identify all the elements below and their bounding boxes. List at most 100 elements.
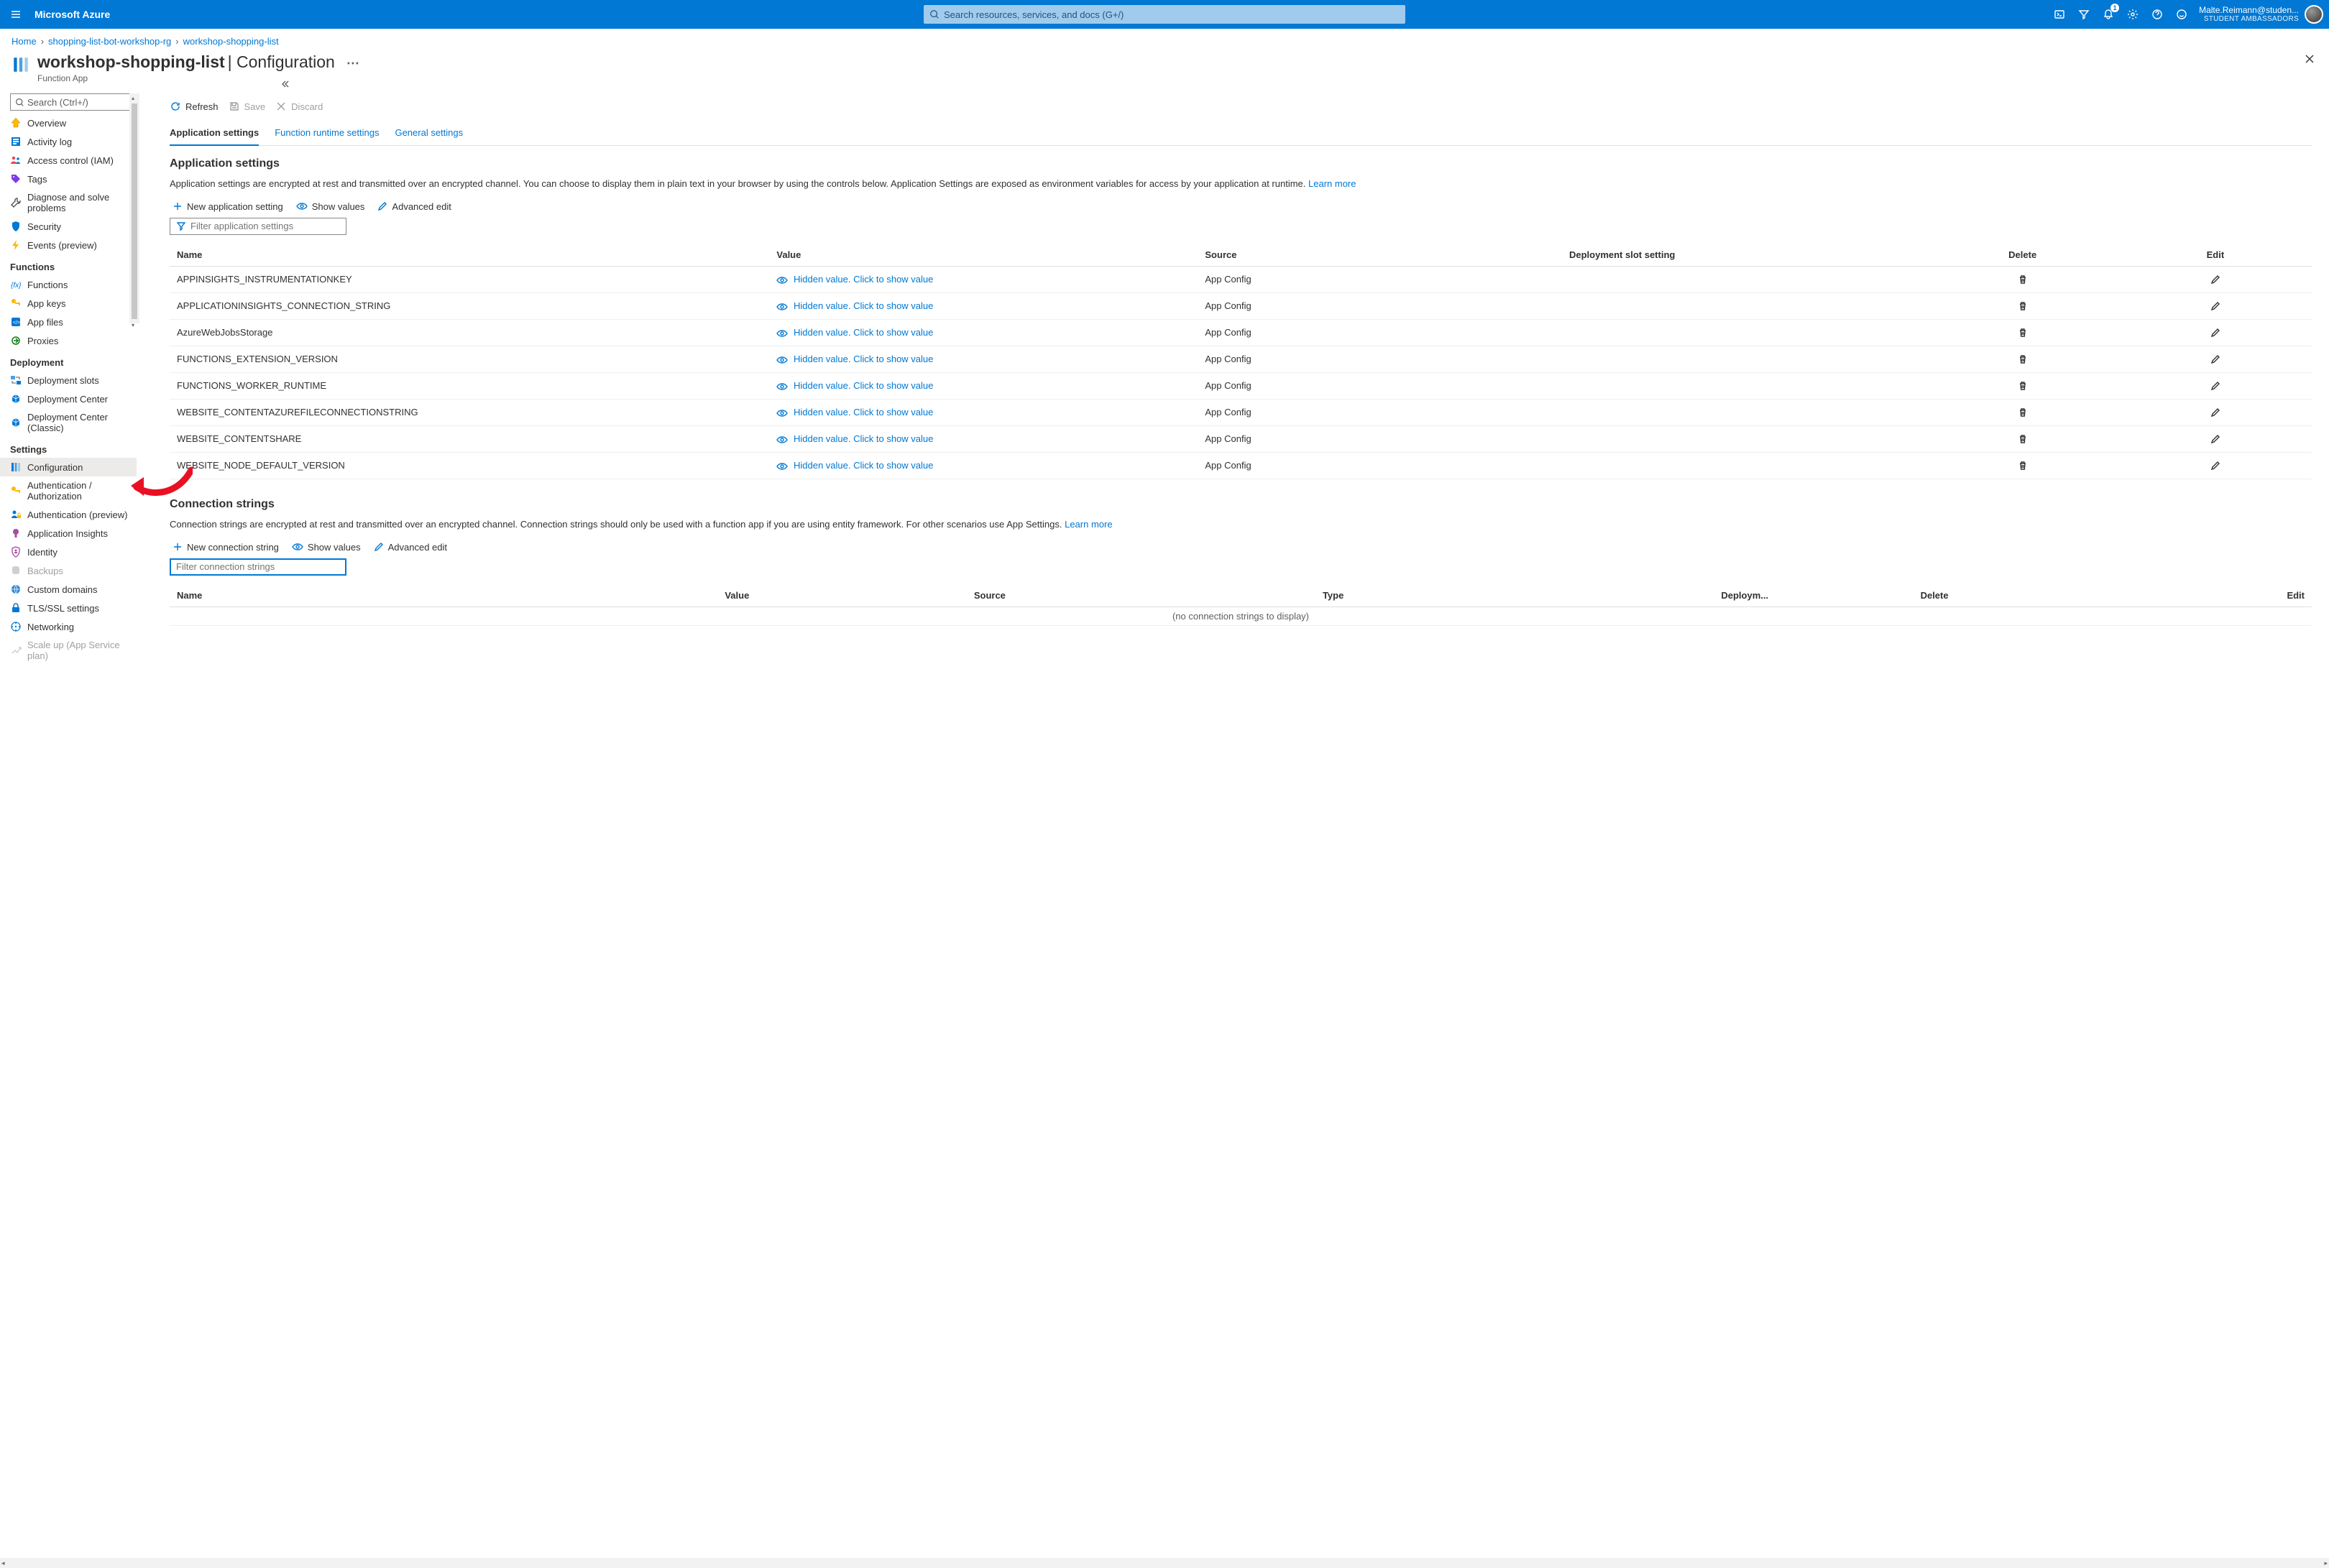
sidebar-item-deployment-slots[interactable]: Deployment slots — [0, 371, 137, 389]
sidebar-item-authentication-preview-[interactable]: Authentication (preview) — [0, 505, 137, 524]
shield-icon — [10, 221, 22, 232]
sidebar-item-label: Deployment Center (Classic) — [27, 412, 132, 433]
filter-app-settings-input[interactable] — [170, 218, 346, 235]
setting-source: App Config — [1198, 452, 1562, 479]
sidebar-item-access-control-iam-[interactable]: Access control (IAM) — [0, 151, 137, 170]
new-app-setting-button[interactable]: New application setting — [173, 201, 283, 212]
gear-icon — [2127, 9, 2139, 20]
sidebar-item-events-preview-[interactable]: Events (preview) — [0, 236, 137, 254]
sidebar-item-identity[interactable]: Identity — [0, 543, 137, 561]
sidebar-item-diagnose-and-solve-problems[interactable]: Diagnose and solve problems — [0, 188, 137, 217]
sidebar-item-security[interactable]: Security — [0, 217, 137, 236]
refresh-button[interactable]: Refresh — [170, 101, 219, 112]
show-value-link[interactable]: Hidden value. Click to show value — [776, 460, 933, 471]
sidebar-item-label: Networking — [27, 622, 74, 632]
delete-button[interactable] — [2013, 270, 2032, 289]
bottom-scrollbar[interactable]: ◂▸ — [0, 1558, 2329, 1568]
show-value-link[interactable]: Hidden value. Click to show value — [776, 274, 933, 285]
sidebar-item-app-keys[interactable]: App keys — [0, 294, 137, 313]
filter-icon — [2078, 9, 2090, 20]
table-row: WEBSITE_CONTENTAZUREFILECONNECTIONSTRING… — [170, 399, 2312, 425]
advanced-edit-button[interactable]: Advanced edit — [377, 201, 451, 212]
cloud-shell-icon — [2054, 9, 2065, 20]
sidebar-item-label: Tags — [27, 174, 47, 185]
global-search-input[interactable]: Search resources, services, and docs (G+… — [924, 5, 1405, 24]
delete-button[interactable] — [2013, 403, 2032, 422]
edit-button[interactable] — [2206, 377, 2225, 395]
edit-button[interactable] — [2206, 350, 2225, 369]
sidebar-item-custom-domains[interactable]: Custom domains — [0, 580, 137, 599]
delete-button[interactable] — [2013, 350, 2032, 369]
close-blade-button[interactable] — [2305, 54, 2315, 66]
directory-filter-button[interactable] — [2077, 7, 2091, 22]
sidebar-item-proxies[interactable]: Proxies — [0, 331, 137, 350]
delete-button[interactable] — [2013, 456, 2032, 475]
delete-button[interactable] — [2013, 323, 2032, 342]
edit-button[interactable] — [2206, 297, 2225, 315]
account-menu[interactable]: Malte.Reimann@studen... STUDENT AMBASSAD… — [2199, 5, 2323, 24]
feedback-button[interactable] — [2174, 7, 2189, 22]
sidebar-item-tls-ssl-settings[interactable]: TLS/SSL settings — [0, 599, 137, 617]
pencil-icon — [374, 542, 384, 552]
table-row: APPINSIGHTS_INSTRUMENTATIONKEY Hidden va… — [170, 266, 2312, 292]
connstrings-advanced-edit-button[interactable]: Advanced edit — [374, 542, 447, 553]
settings-button[interactable] — [2126, 7, 2140, 22]
setting-name: APPLICATIONINSIGHTS_CONNECTION_STRING — [170, 292, 769, 319]
edit-button[interactable] — [2206, 403, 2225, 422]
sidebar-item-label: Deployment Center — [27, 394, 108, 405]
hamburger-menu-button[interactable] — [6, 4, 26, 24]
breadcrumb-home[interactable]: Home — [12, 36, 37, 47]
sidebar-item-authentication-authorization[interactable]: Authentication / Authorization — [0, 476, 137, 505]
show-value-link[interactable]: Hidden value. Click to show value — [776, 407, 933, 418]
show-value-link[interactable]: Hidden value. Click to show value — [776, 380, 933, 391]
edit-button[interactable] — [2206, 430, 2225, 448]
page-title-suffix: | Configuration — [228, 52, 335, 72]
table-row: WEBSITE_NODE_DEFAULT_VERSION Hidden valu… — [170, 452, 2312, 479]
notifications-button[interactable]: 1 — [2101, 7, 2116, 22]
sidebar-item-functions[interactable]: {fx}Functions — [0, 275, 137, 294]
connstrings-show-values-button[interactable]: Show values — [292, 542, 361, 553]
sidebar-collapse-button[interactable] — [279, 78, 292, 91]
edit-button[interactable] — [2206, 323, 2225, 342]
net-icon — [10, 621, 22, 632]
tab-application-settings[interactable]: Application settings — [170, 121, 259, 145]
edit-button[interactable] — [2206, 270, 2225, 289]
sidebar-item-deployment-center[interactable]: Deployment Center — [0, 389, 137, 408]
delete-button[interactable] — [2013, 297, 2032, 315]
connstrings-learn-more-link[interactable]: Learn more — [1065, 519, 1112, 530]
sidebar-search-input[interactable]: Search (Ctrl+/) — [10, 93, 134, 111]
breadcrumb-resource[interactable]: workshop-shopping-list — [183, 36, 279, 47]
sidebar-item-configuration[interactable]: Configuration — [0, 458, 137, 476]
key-icon — [10, 298, 22, 309]
setting-source: App Config — [1198, 266, 1562, 292]
table-row: AzureWebJobsStorage Hidden value. Click … — [170, 319, 2312, 346]
sidebar-item-overview[interactable]: Overview — [0, 114, 137, 132]
sidebar-item-label: Events (preview) — [27, 240, 97, 251]
sidebar-scrollbar[interactable]: ▴▾ — [129, 93, 139, 323]
sidebar-item-networking[interactable]: Networking — [0, 617, 137, 636]
tab-general-settings[interactable]: General settings — [395, 121, 463, 145]
delete-button[interactable] — [2013, 377, 2032, 395]
sidebar-item-app-files[interactable]: </>App files — [0, 313, 137, 331]
save-button: Save — [229, 101, 266, 112]
sidebar-item-deployment-center-classic-[interactable]: Deployment Center (Classic) — [0, 408, 137, 437]
tab-function-runtime-settings[interactable]: Function runtime settings — [275, 121, 379, 145]
show-values-button[interactable]: Show values — [296, 201, 365, 212]
more-icon[interactable]: ⋯ — [346, 56, 361, 71]
help-button[interactable] — [2150, 7, 2164, 22]
show-value-link[interactable]: Hidden value. Click to show value — [776, 327, 933, 338]
breadcrumb-rg[interactable]: shopping-list-bot-workshop-rg — [48, 36, 171, 47]
filter-connection-strings-input[interactable] — [170, 558, 346, 576]
show-value-link[interactable]: Hidden value. Click to show value — [776, 433, 933, 444]
delete-button[interactable] — [2013, 430, 2032, 448]
sidebar-item-application-insights[interactable]: Application Insights — [0, 524, 137, 543]
new-connection-string-button[interactable]: New connection string — [173, 542, 279, 553]
appsettings-learn-more-link[interactable]: Learn more — [1308, 178, 1356, 189]
show-value-link[interactable]: Hidden value. Click to show value — [776, 300, 933, 311]
svg-text:{fx}: {fx} — [11, 282, 22, 290]
edit-button[interactable] — [2206, 456, 2225, 475]
sidebar-item-activity-log[interactable]: Activity log — [0, 132, 137, 151]
sidebar-item-tags[interactable]: Tags — [0, 170, 137, 188]
show-value-link[interactable]: Hidden value. Click to show value — [776, 354, 933, 364]
cloud-shell-button[interactable] — [2052, 7, 2067, 22]
